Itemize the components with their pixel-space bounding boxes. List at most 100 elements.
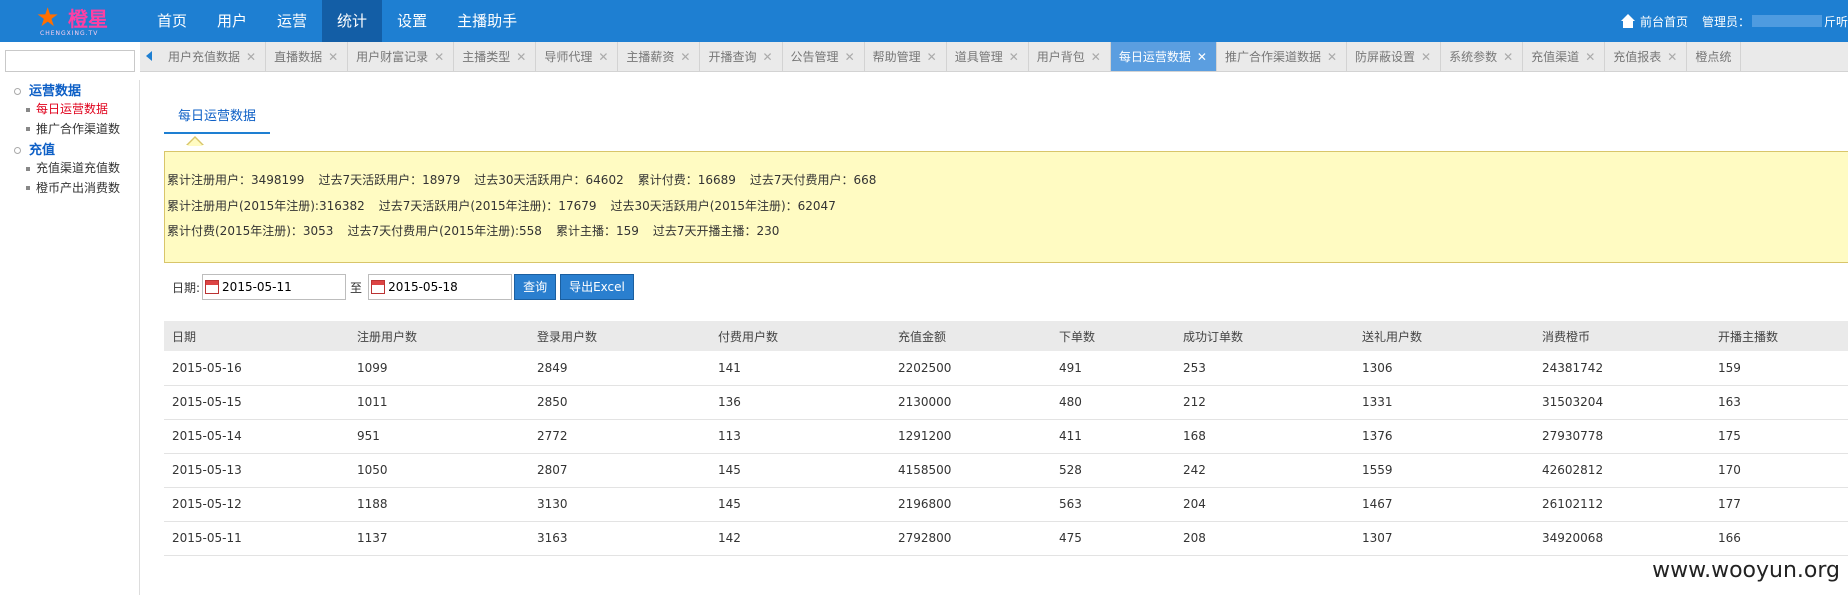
close-icon[interactable]: ✕ xyxy=(246,50,256,64)
notice-caret-inner xyxy=(187,138,203,146)
table-cell: 2015-05-11 xyxy=(164,521,349,556)
tab-label: 开播查询 xyxy=(708,50,757,64)
table-cell: 31503204 xyxy=(1534,385,1710,420)
tab-14[interactable]: 系统参数 ✕ xyxy=(1441,42,1524,71)
query-button[interactable]: 查询 xyxy=(514,274,557,300)
sidebar-item-1-0[interactable]: 充值渠道充值数 xyxy=(26,159,120,176)
tab-15[interactable]: 充值渠道 ✕ xyxy=(1523,42,1606,71)
close-icon[interactable]: ✕ xyxy=(434,50,444,64)
table-cell: 177 xyxy=(1710,487,1848,522)
sidebar-item-0-0[interactable]: 每日运营数据 xyxy=(26,100,108,117)
table-cell: 2202500 xyxy=(890,351,1051,386)
nav-item-3[interactable]: 统计 xyxy=(322,0,383,42)
nav-item-2[interactable]: 运营 xyxy=(262,0,322,42)
frontpage-link[interactable]: 前台首页 xyxy=(1640,13,1688,30)
table-cell: 1050 xyxy=(349,453,529,488)
sidebar-item-1-1[interactable]: 橙币产出消费数 xyxy=(26,179,120,196)
start-date-input[interactable] xyxy=(222,280,343,294)
export-excel-button[interactable]: 导出Excel xyxy=(560,274,634,300)
column-header: 送礼用户数 xyxy=(1354,321,1534,351)
tab-12[interactable]: 推广合作渠道数据 ✕ xyxy=(1217,42,1348,71)
close-icon[interactable]: ✕ xyxy=(1585,50,1595,64)
table-cell: 3130 xyxy=(529,487,710,522)
tab-4[interactable]: 导师代理 ✕ xyxy=(536,42,619,71)
tab-3[interactable]: 主播类型 ✕ xyxy=(454,42,537,71)
bullet-icon xyxy=(26,127,30,131)
bullet-icon xyxy=(26,107,30,112)
close-icon[interactable]: ✕ xyxy=(927,50,937,64)
table-cell: 163 xyxy=(1710,385,1848,420)
stat-item: 过去30天活跃用户：64602 xyxy=(474,173,624,187)
tab-13[interactable]: 防屏蔽设置 ✕ xyxy=(1347,42,1442,71)
star-icon: ★ xyxy=(36,3,60,33)
close-icon[interactable]: ✕ xyxy=(680,50,690,64)
column-header: 下单数 xyxy=(1051,321,1175,351)
tab-label: 导师代理 xyxy=(544,50,593,64)
close-icon[interactable]: ✕ xyxy=(598,50,608,64)
tab-label: 系统参数 xyxy=(1449,50,1498,64)
tab-label: 帮助管理 xyxy=(872,50,921,64)
nav-item-0[interactable]: 首页 xyxy=(142,0,202,42)
sidebar-group-0[interactable]: 运营数据 xyxy=(14,80,81,99)
close-icon[interactable]: ✕ xyxy=(845,50,855,64)
close-icon[interactable]: ✕ xyxy=(1327,50,1337,64)
sidebar-group-1[interactable]: 充值 xyxy=(14,139,55,158)
open-tabs: 用户充值数据 ✕ 直播数据 ✕ 用户财富记录 ✕ 主播类型 ✕ 导师代理 ✕ 主播薪资 ✕ 开播查询 ✕ 公… xyxy=(160,42,1742,71)
close-icon[interactable]: ✕ xyxy=(1667,50,1677,64)
tab-7[interactable]: 公告管理 ✕ xyxy=(783,42,865,71)
table-cell: 2015-05-13 xyxy=(164,453,349,488)
table-cell: 480 xyxy=(1051,385,1175,420)
stat-item: 过去7天付费用户：668 xyxy=(749,173,877,187)
top-right-links: 前台首页 管理员： 斤听 xyxy=(1620,0,1848,42)
column-header: 开播主播数 xyxy=(1710,321,1848,351)
tab-9[interactable]: 道具管理 ✕ xyxy=(947,42,1029,71)
tab-17[interactable]: 橙点统 xyxy=(1687,42,1742,71)
tab-1[interactable]: 直播数据 ✕ xyxy=(266,42,349,71)
calendar-icon[interactable] xyxy=(205,280,220,294)
end-date-field[interactable] xyxy=(368,274,513,300)
close-icon[interactable]: ✕ xyxy=(328,50,338,64)
nav-item-5[interactable]: 主播助手 xyxy=(442,0,532,42)
table-cell: 2015-05-16 xyxy=(164,351,349,386)
tab-0[interactable]: 用户充值数据 ✕ xyxy=(160,42,267,71)
tab-8[interactable]: 帮助管理 ✕ xyxy=(865,42,947,71)
table-row: 2015-05-13 1050 2807 145 4158500 528 242 1559 42… xyxy=(164,453,1848,488)
logo[interactable]: ★ 橙星 CHENGXING.TV xyxy=(30,2,110,40)
date-label: 日期: xyxy=(172,280,201,295)
table-body: 2015-05-16 1099 2849 141 2202500 491 253 1306 24… xyxy=(164,351,1848,556)
tab-scroll-left-icon[interactable] xyxy=(146,51,152,61)
close-icon[interactable]: ✕ xyxy=(1421,50,1431,64)
close-icon[interactable]: ✕ xyxy=(762,50,772,64)
sidebar-search-input[interactable] xyxy=(5,50,135,72)
close-icon[interactable]: ✕ xyxy=(1009,50,1019,64)
tab-10[interactable]: 用户背包 ✕ xyxy=(1029,42,1111,71)
tab-6[interactable]: 开播查询 ✕ xyxy=(700,42,783,71)
close-icon[interactable]: ✕ xyxy=(1091,50,1101,64)
table-cell: 475 xyxy=(1051,521,1175,556)
column-header: 注册用户数 xyxy=(349,321,529,351)
sidebar-item-0-1[interactable]: 推广合作渠道数 xyxy=(26,120,120,137)
nav-item-4[interactable]: 设置 xyxy=(382,0,442,42)
table-cell: 168 xyxy=(1175,419,1354,454)
close-icon[interactable]: ✕ xyxy=(1197,50,1207,64)
circle-icon xyxy=(14,88,21,95)
table-cell: 528 xyxy=(1051,453,1175,488)
column-header: 成功订单数 xyxy=(1175,321,1354,351)
tab-16[interactable]: 充值报表 ✕ xyxy=(1605,42,1688,71)
tab-11[interactable]: 每日运营数据 ✕ xyxy=(1110,42,1217,71)
tab-2[interactable]: 用户财富记录 ✕ xyxy=(348,42,455,71)
calendar-icon[interactable] xyxy=(371,280,386,294)
tab-5[interactable]: 主播薪资 ✕ xyxy=(618,42,701,71)
close-icon[interactable]: ✕ xyxy=(516,50,526,64)
table-cell: 2792800 xyxy=(890,521,1051,556)
nav-item-1[interactable]: 用户 xyxy=(202,0,262,42)
tab-strip: 用户充值数据 ✕ 直播数据 ✕ 用户财富记录 ✕ 主播类型 ✕ 导师代理 ✕ 主播薪资 ✕ 开播查询 ✕ 公… xyxy=(140,42,1848,72)
start-date-field[interactable] xyxy=(202,274,347,300)
table-cell: 951 xyxy=(349,419,529,454)
table-cell: 208 xyxy=(1175,521,1354,556)
content-tab-daily-ops[interactable]: 每日运营数据 xyxy=(164,100,270,134)
close-icon[interactable]: ✕ xyxy=(1503,50,1513,64)
logo-subtext: CHENGXING.TV xyxy=(40,30,99,37)
end-date-input[interactable] xyxy=(388,280,509,294)
table-header-row: 日期 注册用户数 登录用户数 付费用户数 充值金额 下单数 成功订单数 送礼用户数 消费橙币 开播… xyxy=(164,321,1848,351)
